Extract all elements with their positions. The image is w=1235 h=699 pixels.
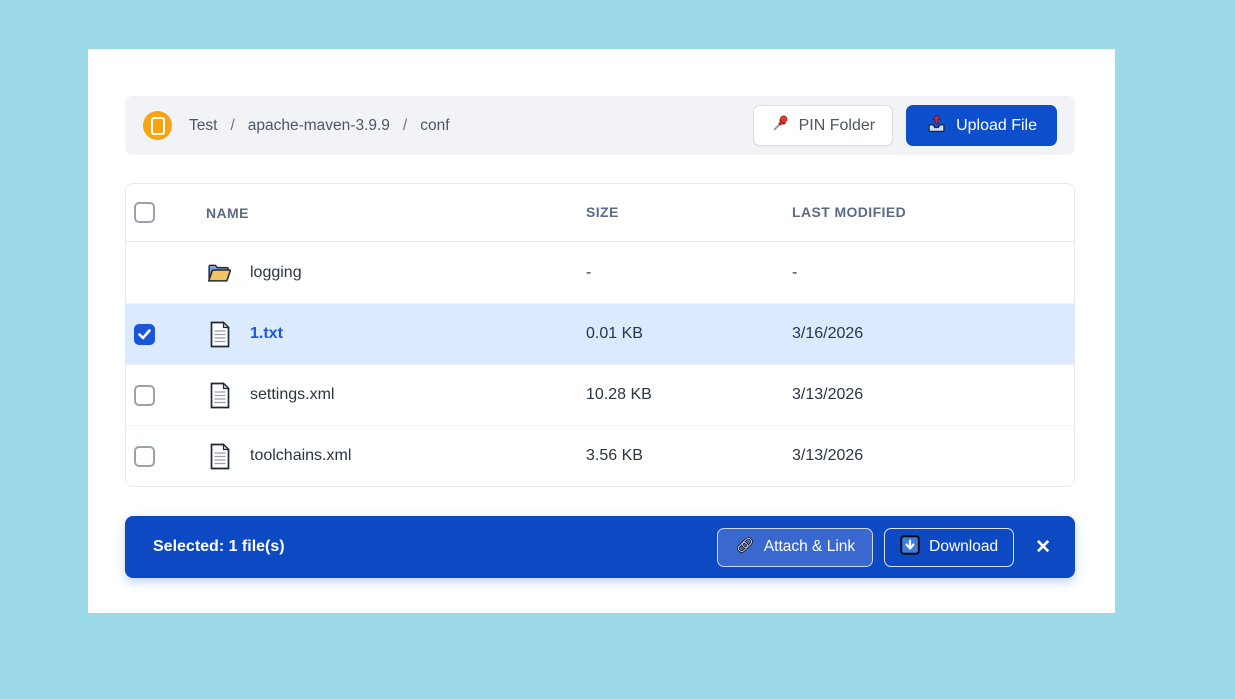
- breadcrumb-bar: Test / apache-maven-3.9.9 / conf PIN Fol…: [125, 96, 1075, 155]
- file-size: 0.01 KB: [586, 325, 643, 342]
- upload-file-label: Upload File: [956, 116, 1037, 134]
- row-checkbox-settings-xml[interactable]: [134, 384, 155, 406]
- attach-link-label: Attach & Link: [763, 538, 856, 555]
- file-size: 10.28 KB: [586, 386, 652, 403]
- breadcrumb-separator: /: [230, 116, 235, 134]
- file-size: 3.56 KB: [586, 447, 643, 464]
- download-label: Download: [929, 538, 999, 555]
- download-button[interactable]: Download: [884, 527, 1015, 567]
- file-size: -: [586, 263, 592, 281]
- pin-folder-label: PIN Folder: [798, 116, 876, 134]
- row-checkbox-toolchains-xml[interactable]: [134, 445, 155, 467]
- selection-status: Selected: 1 file(s): [153, 538, 285, 555]
- file-modified: 3/16/2026: [792, 325, 864, 342]
- file-modified: -: [792, 263, 798, 281]
- breadcrumb-item-test[interactable]: Test: [189, 117, 217, 135]
- file-name-toolchains-xml[interactable]: toolchains.xml: [250, 447, 351, 465]
- document-icon: [206, 442, 233, 470]
- workspace-logo-icon: [143, 111, 172, 140]
- breadcrumb-separator: /: [402, 116, 408, 134]
- file-modified: 3/13/2026: [792, 386, 864, 403]
- selection-action-bar: Selected: 1 file(s) Attach & Link Downlo…: [125, 516, 1075, 578]
- column-header-name: NAME: [206, 204, 249, 221]
- column-header-size: SIZE: [586, 203, 619, 220]
- breadcrumb: Test / apache-maven-3.9.9 / conf: [189, 117, 450, 135]
- folder-icon: [206, 261, 233, 285]
- table-row-logging: logging - -: [126, 242, 1074, 303]
- upload-file-button[interactable]: Upload File: [906, 105, 1057, 146]
- pin-folder-button[interactable]: PIN Folder: [752, 105, 894, 146]
- file-name-1-txt[interactable]: 1.txt: [250, 325, 283, 343]
- document-icon: [206, 381, 233, 409]
- pushpin-icon: [771, 114, 790, 138]
- row-checkbox-1-txt[interactable]: [134, 323, 155, 345]
- document-icon: [206, 320, 233, 348]
- table-row-toolchains-xml: toolchains.xml 3.56 KB 3/13/2026: [126, 425, 1074, 486]
- column-header-last-modified: LAST MODIFIED: [792, 203, 907, 220]
- download-icon: [900, 534, 920, 560]
- breadcrumb-item-apache-maven[interactable]: apache-maven-3.9.9: [248, 117, 390, 135]
- table-header-row: NAME SIZE LAST MODIFIED: [126, 184, 1074, 242]
- close-icon[interactable]: ✕: [1035, 538, 1051, 557]
- attach-link-button[interactable]: Attach & Link: [716, 527, 874, 567]
- file-name-settings-xml[interactable]: settings.xml: [250, 386, 334, 404]
- file-table: NAME SIZE LAST MODIFIED logging - - 1.tx…: [125, 183, 1075, 487]
- breadcrumb-item-conf[interactable]: conf: [420, 117, 449, 135]
- select-all-checkbox[interactable]: [134, 202, 155, 223]
- file-name-logging[interactable]: logging: [250, 264, 302, 282]
- link-icon: [735, 535, 755, 560]
- upload-tray-icon: [926, 113, 947, 139]
- table-row-settings-xml: settings.xml 10.28 KB 3/13/2026: [126, 364, 1074, 425]
- file-manager-card: Test / apache-maven-3.9.9 / conf PIN Fol…: [88, 49, 1115, 613]
- file-modified: 3/13/2026: [792, 447, 864, 464]
- table-row-1-txt: 1.txt 0.01 KB 3/16/2026: [126, 303, 1074, 364]
